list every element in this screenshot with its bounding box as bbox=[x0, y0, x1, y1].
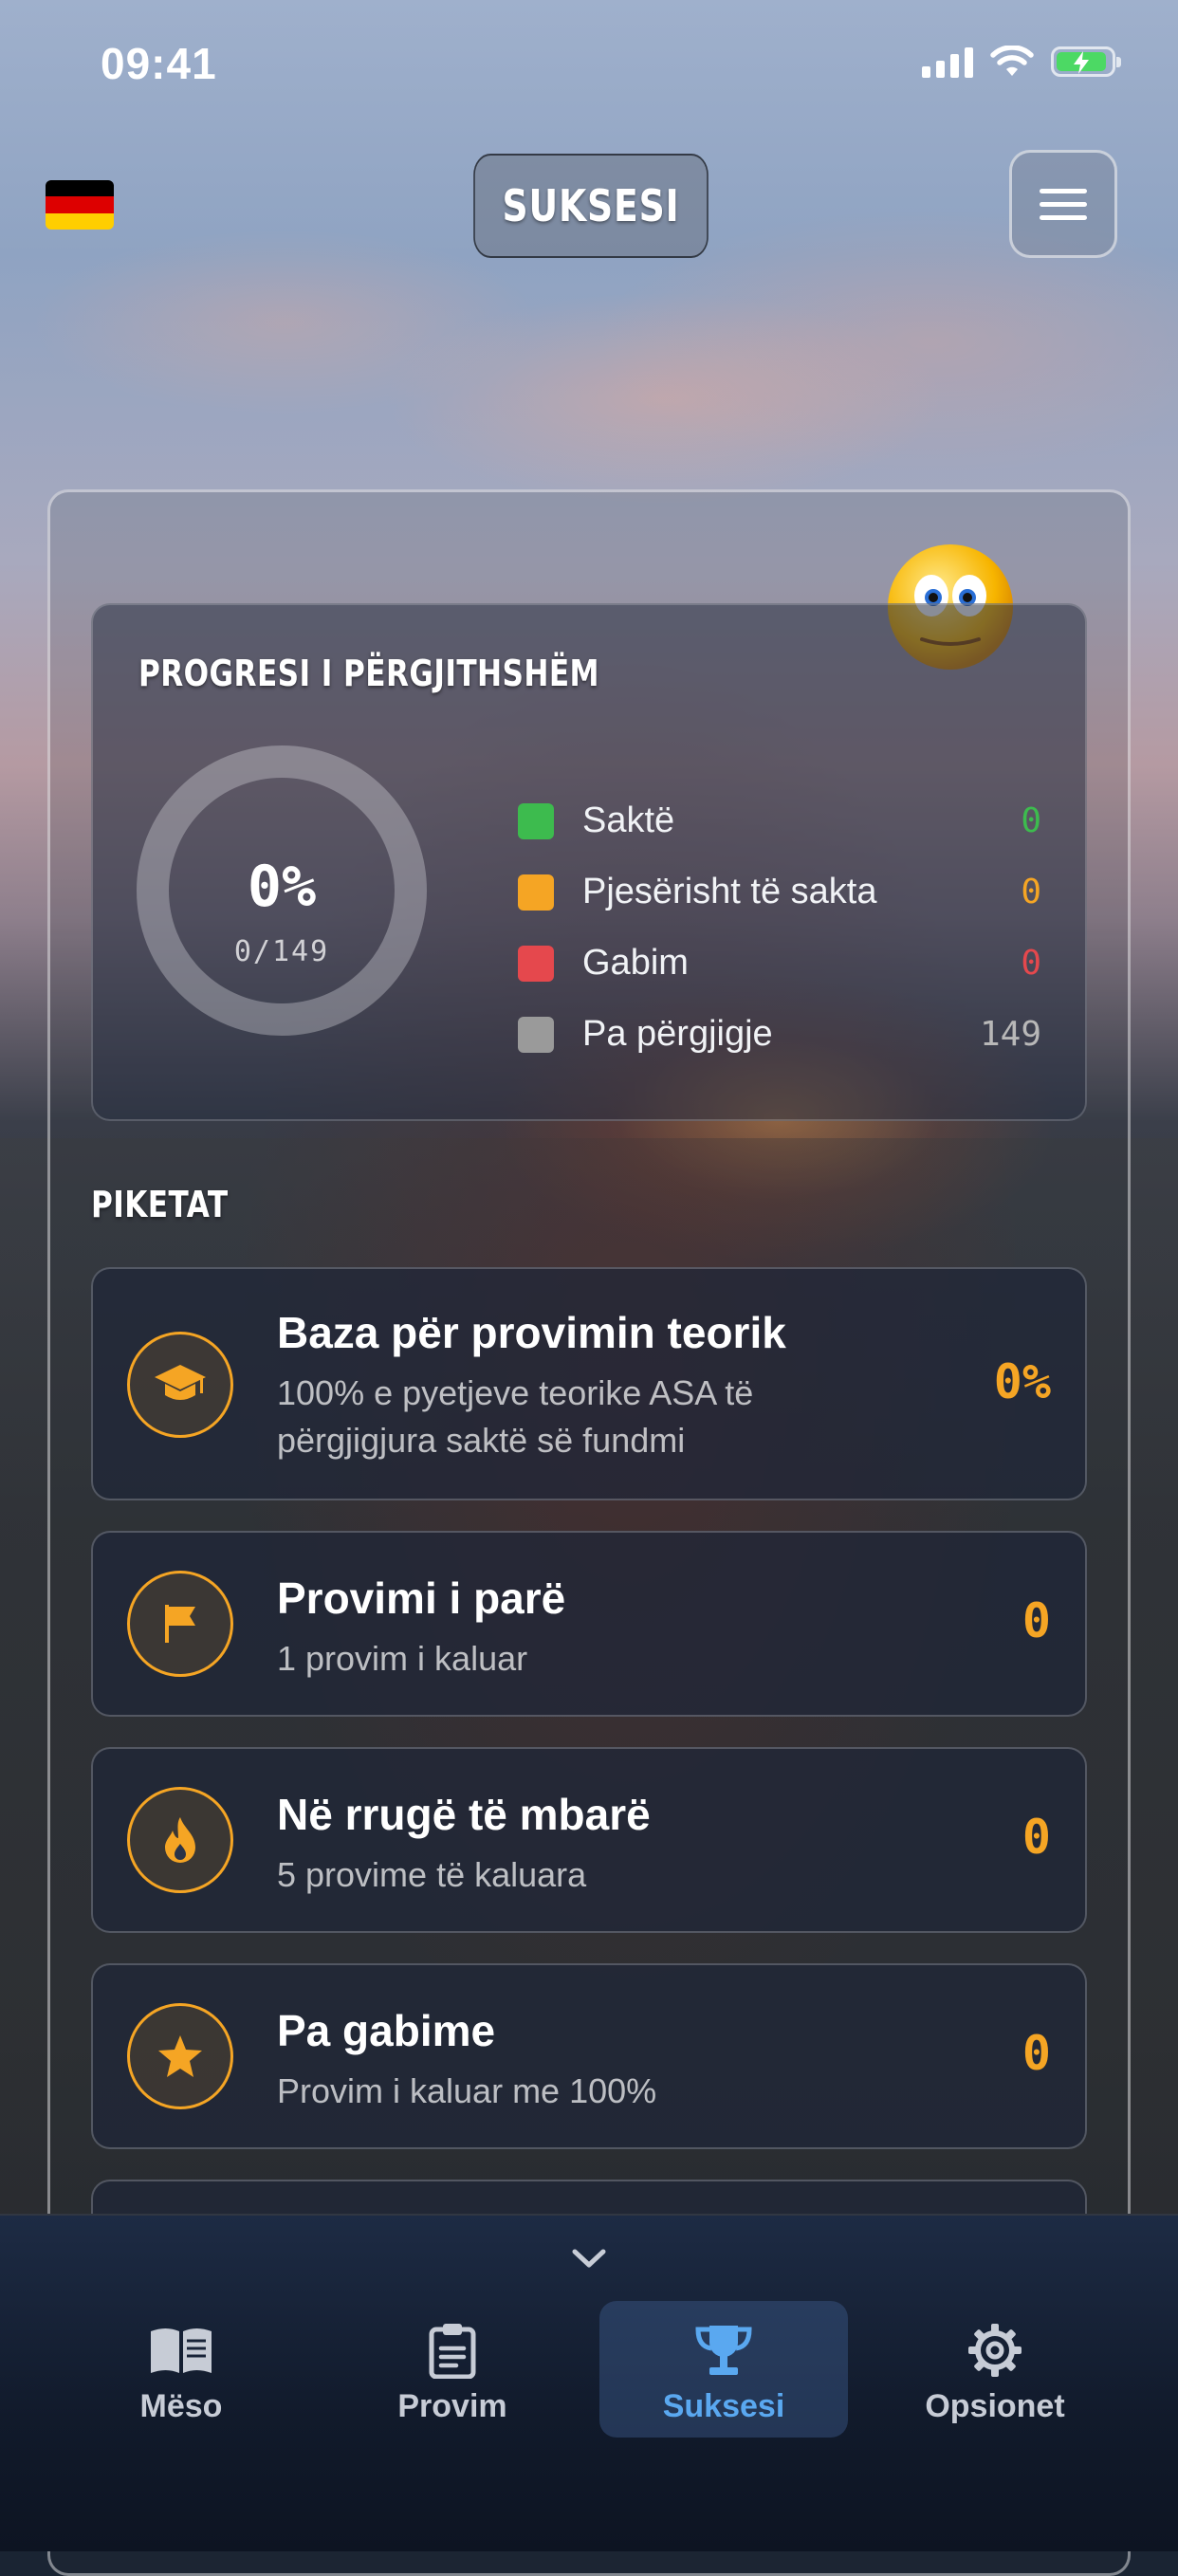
trophy-icon bbox=[695, 2326, 752, 2375]
tab-label: Provim bbox=[397, 2388, 507, 2424]
badge-card-first-exam[interactable]: Provimi i parë 1 provim i kaluar 0 bbox=[91, 1531, 1087, 1717]
progress-title: PROGRESI I PËRGJITHSHËM bbox=[138, 653, 599, 694]
badge-title: Provimi i parë bbox=[277, 1573, 566, 1623]
graduation-cap-icon bbox=[127, 1332, 233, 1438]
legend-swatch bbox=[518, 1016, 554, 1053]
progress-legend: Saktë 0 Pjesërisht të sakta 0 Gabim 0 Pa… bbox=[518, 785, 1041, 1070]
bottom-navigation: Mëso Provim Suksesi Opsionet bbox=[0, 2214, 1178, 2551]
flag-icon bbox=[127, 1571, 233, 1677]
legend-label: Pjesërisht të sakta bbox=[582, 872, 877, 911]
badge-subtitle: 100% e pyetjeve teorike ASA të përgjigju… bbox=[277, 1373, 754, 1460]
tab-label: Suksesi bbox=[662, 2388, 785, 2424]
clipboard-icon bbox=[429, 2324, 476, 2379]
status-bar: 09:41 bbox=[0, 0, 1178, 133]
battery-icon bbox=[1051, 46, 1121, 77]
progress-percent: 0% bbox=[247, 854, 317, 920]
legend-swatch bbox=[518, 874, 554, 911]
legend-value: 0 bbox=[1021, 944, 1041, 983]
legend-swatch bbox=[518, 802, 554, 839]
legend-label: Gabim bbox=[582, 943, 689, 983]
legend-swatch bbox=[518, 945, 554, 982]
badge-title: Baza për provimin teorik bbox=[277, 1308, 786, 1357]
page-title: SUKSESI bbox=[473, 154, 709, 258]
language-flag-icon[interactable] bbox=[46, 180, 114, 230]
badges-title: PIKETAT bbox=[91, 1184, 229, 1225]
flame-icon bbox=[127, 1787, 233, 1893]
legend-item-unanswered: Pa përgjigje 149 bbox=[518, 999, 1041, 1070]
chevron-down-icon[interactable] bbox=[569, 2246, 609, 2271]
badge-card-theory-basics[interactable]: Baza për provimin teorik 100% e pyetjeve… bbox=[91, 1267, 1087, 1500]
legend-item-partial: Pjesërisht të sakta 0 bbox=[518, 856, 1041, 928]
cellular-signal-icon bbox=[922, 46, 973, 78]
legend-value: 0 bbox=[1021, 873, 1041, 911]
legend-label: Saktë bbox=[582, 800, 675, 840]
legend-label: Pa përgjigje bbox=[582, 1014, 773, 1054]
badge-card-on-track[interactable]: Në rrugë të mbarë 5 provime të kaluara 0 bbox=[91, 1747, 1087, 1933]
star-icon bbox=[127, 2003, 233, 2109]
menu-button[interactable] bbox=[1009, 150, 1117, 258]
badge-subtitle: Provim i kaluar me 100% bbox=[277, 2071, 657, 2110]
hamburger-icon bbox=[1040, 188, 1087, 193]
overall-progress-card: PROGRESI I PËRGJITHSHËM 0% 0/149 Saktë 0… bbox=[91, 603, 1087, 1121]
badge-card-no-mistakes[interactable]: Pa gabime Provim i kaluar me 100% 0 bbox=[91, 1963, 1087, 2149]
tab-label: Opsionet bbox=[925, 2388, 1065, 2424]
tab-label: Mëso bbox=[139, 2388, 223, 2424]
badge-value: 0 bbox=[1022, 1810, 1051, 1865]
badge-value: 0% bbox=[993, 1354, 1051, 1409]
badge-value: 0 bbox=[1022, 2026, 1051, 2081]
legend-item-correct: Saktë 0 bbox=[518, 785, 1041, 856]
legend-value: 149 bbox=[979, 1015, 1041, 1054]
badge-title: Në rrugë të mbarë bbox=[277, 1790, 651, 1839]
status-time: 09:41 bbox=[101, 39, 217, 88]
progress-count: 0/149 bbox=[233, 935, 330, 968]
legend-item-wrong: Gabim 0 bbox=[518, 928, 1041, 999]
badge-subtitle: 1 provim i kaluar bbox=[277, 1639, 528, 1678]
tab-success[interactable]: Suksesi bbox=[599, 2301, 848, 2438]
legend-value: 0 bbox=[1021, 801, 1041, 840]
tab-exam[interactable]: Provim bbox=[328, 2301, 577, 2438]
badge-title: Pa gabime bbox=[277, 2006, 496, 2055]
badge-subtitle: 5 provime të kaluara bbox=[277, 1855, 587, 1894]
gear-icon bbox=[968, 2324, 1022, 2377]
tab-options[interactable]: Opsionet bbox=[871, 2301, 1119, 2438]
wifi-icon bbox=[990, 46, 1034, 76]
tab-learn[interactable]: Mëso bbox=[57, 2301, 305, 2438]
status-icons bbox=[922, 46, 1121, 78]
book-icon bbox=[151, 2328, 212, 2373]
badge-value: 0 bbox=[1022, 1593, 1051, 1648]
